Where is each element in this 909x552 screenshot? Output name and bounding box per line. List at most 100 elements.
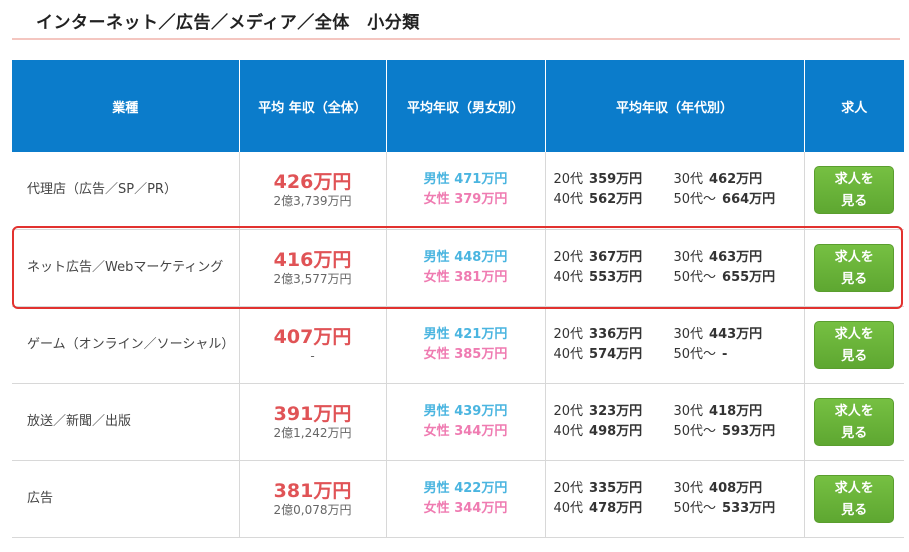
- avg-salary: 381万円: [273, 479, 352, 502]
- gender-salary-cell: 男性 422万円 女性 344万円: [386, 460, 546, 538]
- age-50s-value: -: [722, 346, 728, 362]
- age-20s-label: 20代: [553, 480, 584, 496]
- age-30s-label: 30代: [673, 249, 704, 265]
- age-40s-value: 562万円: [589, 192, 643, 208]
- age-30s-value: 462万円: [709, 172, 763, 188]
- age-30s-label: 30代: [673, 326, 704, 342]
- page-title: インターネット／広告／メディア／全体 小分類: [36, 13, 420, 33]
- age-40s: 40代 574万円: [554, 345, 674, 365]
- view-jobs-button[interactable]: 求人を 見る: [814, 397, 895, 446]
- header-avg-age: 平均年収（年代別）: [545, 60, 805, 152]
- age-salary-cell: 20代 323万円 30代 418万円 40代 498万円 50代～ 593万円: [545, 383, 805, 461]
- age-40s-label: 40代: [553, 269, 584, 285]
- avg-salary-cell: 381万円 2億0,078万円: [239, 460, 387, 538]
- age-40s: 40代 478万円: [554, 499, 674, 519]
- age-30s: 30代 408万円: [674, 479, 794, 499]
- age-30s: 30代 418万円: [674, 402, 794, 422]
- view-jobs-button[interactable]: 求人を 見る: [814, 243, 895, 292]
- age-40s: 40代 553万円: [554, 268, 674, 288]
- age-40s: 40代 498万円: [554, 422, 674, 442]
- age-salary-cell: 20代 335万円 30代 408万円 40代 478万円 50代～ 533万円: [545, 460, 805, 538]
- female-salary: 女性 385万円: [387, 345, 545, 365]
- male-salary: 男性 422万円: [387, 479, 545, 499]
- male-label: 男性: [423, 249, 450, 265]
- table-row: 代理店（広告／SP／PR） 426万円 2億3,739万円 男性 471万円 女…: [12, 152, 904, 230]
- table-row: 広告 381万円 2億0,078万円 男性 422万円 女性 344万円 20代…: [12, 460, 904, 538]
- industry-name: ゲーム（オンライン／ソーシャル）: [12, 306, 240, 384]
- total-salary: 2億3,577万円: [273, 271, 352, 286]
- view-jobs-label-2: 見る: [841, 271, 868, 287]
- age-20s: 20代 367万円: [554, 248, 674, 268]
- male-label: 男性: [423, 403, 450, 419]
- view-jobs-button[interactable]: 求人を 見る: [814, 474, 895, 523]
- age-20s-label: 20代: [553, 403, 584, 419]
- age-30s-value: 418万円: [709, 403, 763, 419]
- age-40s-value: 478万円: [589, 500, 643, 516]
- avg-salary-cell: 416万円 2億3,577万円: [239, 229, 387, 307]
- gender-salary-cell: 男性 439万円 女性 344万円: [386, 383, 546, 461]
- age-20s: 20代 335万円: [554, 479, 674, 499]
- job-cell: 求人を 見る: [804, 152, 904, 230]
- female-label: 女性: [423, 192, 450, 208]
- age-20s: 20代 336万円: [554, 325, 674, 345]
- female-label: 女性: [423, 269, 450, 285]
- age-40s-value: 498万円: [589, 423, 643, 439]
- view-jobs-label-2: 見る: [841, 348, 868, 364]
- job-cell: 求人を 見る: [804, 383, 904, 461]
- view-jobs-button[interactable]: 求人を 見る: [814, 320, 895, 369]
- age-50s-value: 655万円: [722, 269, 776, 285]
- male-value: 439万円: [454, 403, 508, 419]
- female-salary: 女性 344万円: [387, 499, 545, 519]
- view-jobs-label-1: 求人を: [834, 172, 874, 188]
- age-50s-value: 664万円: [722, 192, 776, 208]
- male-salary: 男性 439万円: [387, 402, 545, 422]
- female-value: 344万円: [454, 423, 508, 439]
- male-value: 422万円: [454, 480, 508, 496]
- male-value: 471万円: [454, 172, 508, 188]
- industry-name: 広告: [12, 460, 240, 538]
- age-20s-value: 359万円: [589, 172, 643, 188]
- salary-table: 業種 平均 年収（全体） 平均年収（男女別） 平均年収（年代別） 求人 代理店（…: [12, 60, 904, 538]
- age-40s-value: 574万円: [589, 346, 643, 362]
- age-30s-label: 30代: [673, 403, 704, 419]
- age-30s: 30代 462万円: [674, 170, 794, 190]
- view-jobs-button[interactable]: 求人を 見る: [814, 166, 895, 215]
- age-50s-label: 50代～: [673, 500, 717, 516]
- age-30s-value: 463万円: [709, 249, 763, 265]
- female-value: 344万円: [454, 500, 508, 516]
- age-30s-value: 443万円: [709, 326, 763, 342]
- view-jobs-label-1: 求人を: [834, 249, 874, 265]
- age-50s-label: 50代～: [673, 269, 717, 285]
- view-jobs-label-2: 見る: [841, 502, 868, 518]
- male-value: 421万円: [454, 326, 508, 342]
- job-cell: 求人を 見る: [804, 229, 904, 307]
- female-salary: 女性 344万円: [387, 422, 545, 442]
- age-20s-label: 20代: [553, 249, 584, 265]
- age-30s: 30代 443万円: [674, 325, 794, 345]
- age-20s: 20代 359万円: [554, 170, 674, 190]
- female-salary: 女性 381万円: [387, 268, 545, 288]
- age-50s: 50代～ 655万円: [674, 268, 794, 288]
- total-salary: 2億0,078万円: [273, 502, 352, 517]
- gender-salary-cell: 男性 448万円 女性 381万円: [386, 229, 546, 307]
- age-50s-value: 533万円: [722, 500, 776, 516]
- gender-salary-cell: 男性 471万円 女性 379万円: [386, 152, 546, 230]
- industry-name: 代理店（広告／SP／PR）: [12, 152, 240, 230]
- header-avg-all: 平均 年収（全体）: [239, 60, 387, 152]
- female-label: 女性: [423, 500, 450, 516]
- view-jobs-label-2: 見る: [841, 194, 868, 210]
- female-value: 381万円: [454, 269, 508, 285]
- age-50s-label: 50代～: [673, 346, 717, 362]
- male-value: 448万円: [454, 249, 508, 265]
- view-jobs-label-1: 求人を: [834, 326, 874, 342]
- female-value: 379万円: [454, 192, 508, 208]
- age-20s-label: 20代: [553, 326, 584, 342]
- total-salary: 2億1,242万円: [273, 425, 352, 440]
- male-label: 男性: [423, 326, 450, 342]
- age-50s-value: 593万円: [722, 423, 776, 439]
- title-divider: [12, 38, 900, 40]
- age-30s: 30代 463万円: [674, 248, 794, 268]
- age-salary-cell: 20代 359万円 30代 462万円 40代 562万円 50代～ 664万円: [545, 152, 805, 230]
- header-avg-gender: 平均年収（男女別）: [386, 60, 546, 152]
- age-20s-value: 336万円: [589, 326, 643, 342]
